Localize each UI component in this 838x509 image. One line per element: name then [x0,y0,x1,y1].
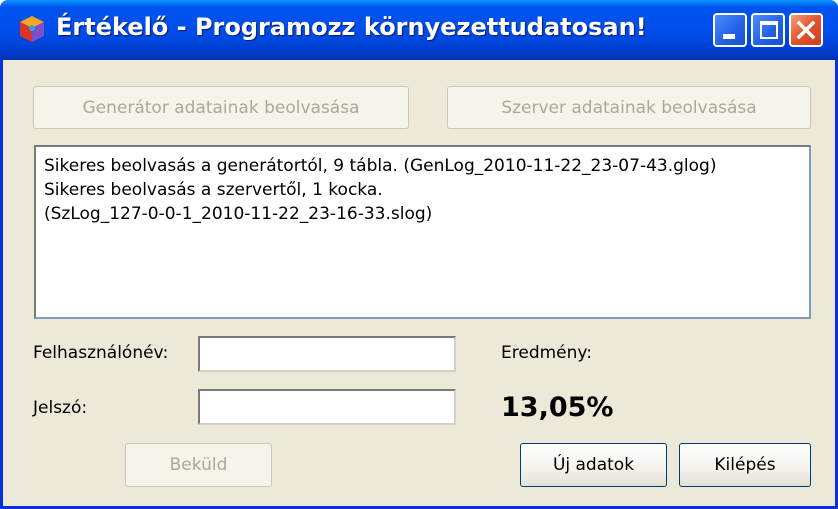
submit-button[interactable]: Beküld [125,443,272,487]
minimize-icon [723,34,735,39]
minimize-button[interactable] [713,13,747,47]
exit-button[interactable]: Kilépés [679,443,811,487]
new-data-button[interactable]: Új adatok [520,443,667,487]
maximize-button[interactable] [751,13,785,47]
close-icon [796,20,816,40]
colorful-cube-icon [20,16,44,42]
app-window: Értékelő - Programozz környezettudatosan… [0,0,838,509]
maximize-icon [760,21,778,39]
log-line: Sikeres beolvasás a generátortól, 9 tábl… [44,156,717,176]
close-button[interactable] [789,13,823,47]
log-line: Sikeres beolvasás a szervertől, 1 kocka. [44,180,383,200]
window-title: Értékelő - Programozz környezettudatosan… [56,13,647,41]
title-bar[interactable]: Értékelő - Programozz környezettudatosan… [0,0,838,60]
result-value: 13,05% [501,392,614,423]
password-input[interactable] [198,389,456,425]
read-server-button[interactable]: Szerver adatainak beolvasása [447,86,811,129]
username-label: Felhasználónév: [33,343,169,363]
log-line: (SzLog_127-0-0-1_2010-11-22_23-16-33.slo… [44,204,433,224]
read-generator-button[interactable]: Generátor adatainak beolvasása [33,86,409,129]
username-input[interactable] [198,336,456,372]
log-textarea[interactable]: Sikeres beolvasás a generátortól, 9 tábl… [34,145,811,319]
result-label: Eredmény: [501,343,592,363]
password-label: Jelszó: [33,398,88,418]
